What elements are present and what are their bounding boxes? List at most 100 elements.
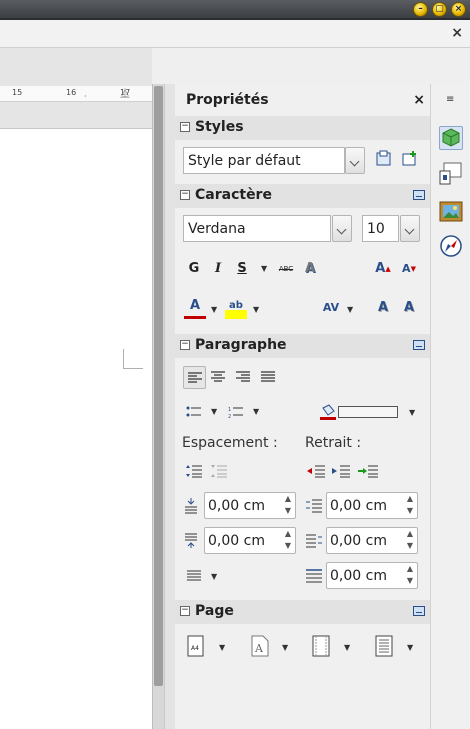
columns-dropdown-icon[interactable]: ▼ bbox=[407, 643, 413, 652]
panel-close-button[interactable]: × bbox=[413, 92, 425, 108]
after-indent-value: 0,00 cm bbox=[330, 533, 387, 549]
paragraph-style-combo[interactable]: Style par défaut bbox=[183, 147, 345, 174]
sidebar-menu-icon[interactable]: ≡ bbox=[446, 94, 454, 105]
highlight-button[interactable]: ab bbox=[225, 297, 247, 319]
horizontal-ruler[interactable]: 15 16 · 17 ⏅ bbox=[0, 86, 152, 102]
page-size-button[interactable]: A4 bbox=[186, 635, 206, 657]
sidebar-splitter[interactable] bbox=[164, 84, 175, 729]
character-section-header[interactable]: − Caractère bbox=[175, 184, 430, 208]
font-size-dropdown-button[interactable] bbox=[400, 215, 420, 242]
shrink-font-button[interactable]: A▼ bbox=[399, 258, 419, 280]
gallery-tab-icon[interactable] bbox=[439, 200, 463, 224]
before-indent-input[interactable]: 0,00 cm ▲ ▼ bbox=[326, 492, 418, 519]
style-dropdown-button[interactable] bbox=[345, 147, 365, 174]
page-section-title: Page bbox=[195, 603, 234, 619]
increase-indent-button[interactable] bbox=[306, 460, 326, 482]
numbered-list-button[interactable]: 12 bbox=[226, 401, 246, 423]
styles-section-title: Styles bbox=[195, 119, 244, 135]
align-center-icon bbox=[211, 371, 225, 382]
subscript-button[interactable]: A bbox=[399, 297, 419, 319]
margins-dropdown-icon[interactable]: ▼ bbox=[344, 643, 350, 652]
bullet-dropdown-icon[interactable]: ▼ bbox=[211, 407, 217, 416]
page-margins-button[interactable] bbox=[311, 635, 331, 657]
before-indent-icon bbox=[305, 495, 323, 517]
page-section-header[interactable]: − Page bbox=[175, 600, 430, 624]
more-options-icon[interactable] bbox=[413, 190, 425, 200]
highlight-dropdown-icon[interactable]: ▼ bbox=[253, 305, 259, 314]
align-center-button[interactable] bbox=[208, 366, 228, 388]
font-name-combo[interactable]: Verdana bbox=[183, 215, 331, 242]
collapse-icon[interactable]: − bbox=[180, 606, 190, 616]
maximize-button[interactable]: ▢ bbox=[432, 2, 447, 17]
close-document-button[interactable]: × bbox=[451, 25, 463, 41]
justify-button[interactable] bbox=[258, 366, 278, 388]
background-color-swatch[interactable] bbox=[338, 406, 398, 418]
background-dropdown-icon[interactable]: ▼ bbox=[409, 408, 415, 417]
navigator-tab-icon[interactable] bbox=[439, 234, 463, 258]
hanging-indent-button[interactable] bbox=[357, 460, 379, 482]
increase-spacing-icon bbox=[186, 465, 202, 478]
update-style-icon[interactable] bbox=[374, 150, 394, 172]
numbered-dropdown-icon[interactable]: ▼ bbox=[253, 407, 259, 416]
paint-bucket-icon bbox=[320, 404, 336, 420]
decrease-indent-button[interactable] bbox=[331, 460, 351, 482]
strikethrough-button[interactable]: ABC bbox=[275, 258, 297, 280]
decrease-spacing-button[interactable] bbox=[209, 460, 229, 482]
underline-dropdown-icon[interactable]: ▼ bbox=[261, 264, 267, 273]
more-options-icon[interactable] bbox=[413, 340, 425, 350]
new-style-icon[interactable] bbox=[400, 150, 420, 172]
below-spacing-stepper[interactable]: ▲ ▼ bbox=[281, 528, 295, 553]
font-size-combo[interactable]: 10 bbox=[362, 215, 399, 242]
align-left-button[interactable] bbox=[183, 366, 206, 389]
underline-button[interactable]: S bbox=[232, 258, 252, 280]
orientation-button[interactable]: A bbox=[250, 635, 270, 657]
first-line-indent-input[interactable]: 0,00 cm ▲ ▼ bbox=[326, 562, 418, 589]
vertical-scrollbar[interactable] bbox=[152, 84, 164, 729]
svg-text:A: A bbox=[254, 642, 264, 655]
collapse-icon[interactable]: − bbox=[180, 122, 190, 132]
superscript-button[interactable]: A bbox=[373, 297, 393, 319]
font-color-button[interactable]: A bbox=[184, 297, 206, 319]
page-columns-button[interactable] bbox=[374, 635, 394, 657]
collapse-icon[interactable]: − bbox=[180, 340, 190, 350]
indent-label: Retrait : bbox=[305, 435, 362, 451]
font-color-dropdown-icon[interactable]: ▼ bbox=[211, 305, 217, 314]
orientation-icon: A bbox=[251, 635, 269, 657]
font-name-dropdown-button[interactable] bbox=[332, 215, 352, 242]
character-spacing-button[interactable]: AV bbox=[319, 297, 343, 319]
line-spacing-dropdown-icon[interactable]: ▼ bbox=[211, 572, 217, 581]
below-spacing-input[interactable]: 0,00 cm ▲ ▼ bbox=[204, 527, 296, 554]
page-size-dropdown-icon[interactable]: ▼ bbox=[219, 643, 225, 652]
first-line-indent-stepper[interactable]: ▲ ▼ bbox=[403, 563, 417, 588]
bold-button[interactable]: G bbox=[184, 258, 204, 280]
paragraph-background-button[interactable] bbox=[318, 401, 338, 423]
above-spacing-input[interactable]: 0,00 cm ▲ ▼ bbox=[204, 492, 296, 519]
close-window-button[interactable]: × bbox=[451, 2, 466, 17]
scrollbar-thumb[interactable] bbox=[154, 86, 163, 686]
after-indent-input[interactable]: 0,00 cm ▲ ▼ bbox=[326, 527, 418, 554]
paragraph-section-header[interactable]: − Paragraphe bbox=[175, 334, 430, 358]
increase-spacing-button[interactable] bbox=[184, 460, 204, 482]
document-page[interactable] bbox=[0, 128, 152, 729]
orientation-dropdown-icon[interactable]: ▼ bbox=[282, 643, 288, 652]
line-spacing-button[interactable] bbox=[184, 565, 204, 587]
above-spacing-stepper[interactable]: ▲ ▼ bbox=[281, 493, 295, 518]
styles-tab-icon[interactable] bbox=[439, 162, 463, 186]
tab-stop-icon[interactable]: ⏅ bbox=[120, 85, 130, 100]
align-left-icon bbox=[187, 372, 202, 383]
ruler-tick: 15 bbox=[12, 88, 23, 97]
columns-icon bbox=[375, 635, 393, 657]
italic-button[interactable]: I bbox=[208, 258, 228, 280]
bullet-list-button[interactable] bbox=[184, 401, 204, 423]
styles-section-header[interactable]: − Styles bbox=[175, 116, 430, 140]
minimize-button[interactable]: – bbox=[413, 2, 428, 17]
after-indent-stepper[interactable]: ▲ ▼ bbox=[403, 528, 417, 553]
before-indent-stepper[interactable]: ▲ ▼ bbox=[403, 493, 417, 518]
spacing-dropdown-icon[interactable]: ▼ bbox=[347, 305, 353, 314]
shadow-button[interactable]: A bbox=[300, 258, 320, 280]
more-options-icon[interactable] bbox=[413, 606, 425, 616]
grow-font-button[interactable]: A▲ bbox=[373, 258, 393, 280]
properties-tab-icon[interactable] bbox=[439, 126, 463, 150]
align-right-button[interactable] bbox=[233, 366, 253, 388]
collapse-icon[interactable]: − bbox=[180, 190, 190, 200]
